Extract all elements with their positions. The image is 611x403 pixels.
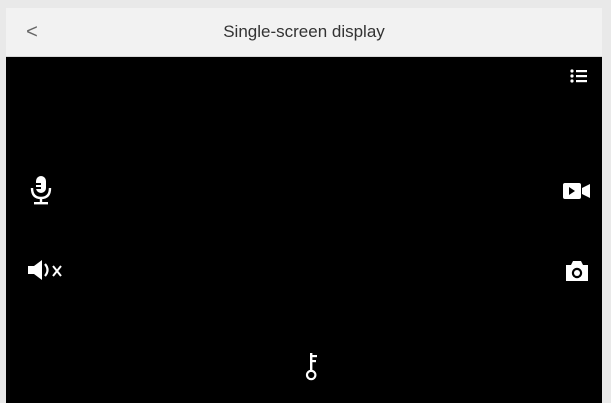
camera-icon[interactable] [564, 259, 590, 283]
microphone-icon[interactable] [28, 174, 54, 206]
page-title: Single-screen display [223, 22, 385, 41]
list-icon[interactable] [570, 68, 588, 84]
video-record-icon[interactable] [562, 181, 592, 201]
key-icon[interactable] [303, 351, 321, 381]
speaker-muted-icon[interactable] [26, 258, 66, 282]
single-screen-display-view: < Single-screen display [6, 8, 602, 403]
top-bar: < Single-screen display [6, 8, 602, 57]
